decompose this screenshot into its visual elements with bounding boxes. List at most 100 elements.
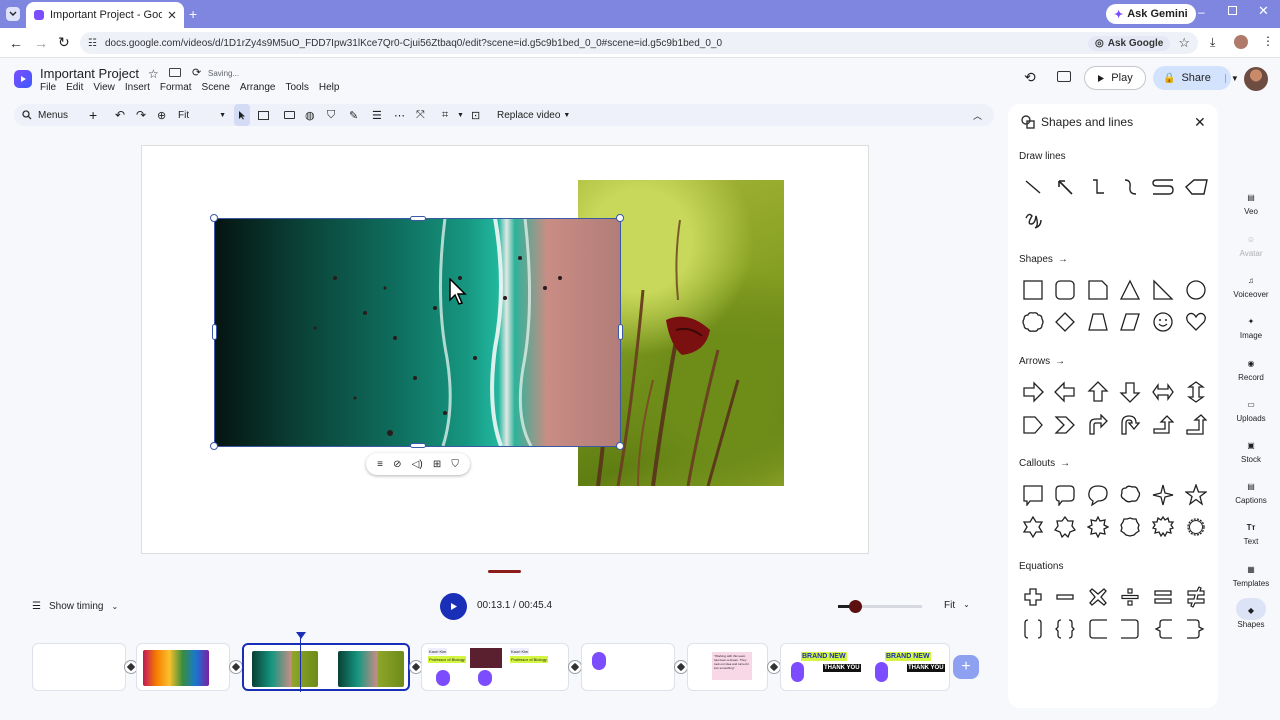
- braces-shape-icon[interactable]: [1052, 616, 1078, 642]
- minus-shape-icon[interactable]: [1052, 584, 1078, 610]
- oval-callout-icon[interactable]: [1085, 482, 1111, 508]
- transition-4[interactable]: [568, 660, 582, 674]
- palette-icon[interactable]: ◍: [305, 104, 315, 126]
- download-icon[interactable]: ⤓: [1210, 35, 1215, 50]
- scene-1[interactable]: [32, 643, 126, 691]
- eight-point-star-icon[interactable]: [1085, 514, 1111, 540]
- zoom-icon[interactable]: ⊕: [157, 104, 166, 126]
- four-point-star-icon[interactable]: [1150, 482, 1176, 508]
- right-arrow-shape-icon[interactable]: [1020, 379, 1046, 405]
- trapezoid-shape-icon[interactable]: [1085, 309, 1111, 335]
- rail-text[interactable]: Tт Text: [1228, 520, 1274, 547]
- text-box-icon[interactable]: [258, 104, 269, 126]
- crop-video-icon[interactable]: ⊞: [433, 459, 441, 470]
- chevron-shape-icon[interactable]: [1052, 412, 1078, 438]
- twelve-point-star-icon[interactable]: [1150, 514, 1176, 540]
- back-arrow-icon[interactable]: ←: [9, 35, 23, 51]
- menu-edit[interactable]: Edit: [66, 82, 83, 93]
- line-weight-icon[interactable]: ☰: [372, 104, 382, 126]
- smiley-shape-icon[interactable]: [1150, 309, 1176, 335]
- resize-handle-top-left[interactable]: [210, 214, 218, 222]
- paint-format-icon[interactable]: ⛉: [327, 104, 335, 126]
- heart-shape-icon[interactable]: [1183, 309, 1209, 335]
- section-arrows[interactable]: Arrows →: [1019, 356, 1065, 367]
- sixteen-point-star-icon[interactable]: [1183, 514, 1209, 540]
- cloud-callout-icon[interactable]: [1117, 482, 1143, 508]
- image-icon[interactable]: [284, 104, 295, 126]
- rail-voiceover[interactable]: ♫ Voiceover: [1228, 273, 1274, 300]
- format-clear-icon[interactable]: ⤧: [416, 104, 425, 126]
- rounded-rectangle-shape-icon[interactable]: [1052, 277, 1078, 303]
- replace-image-icon[interactable]: ⊡: [471, 104, 480, 126]
- decagon-shape-icon[interactable]: [1020, 309, 1046, 335]
- menus-search[interactable]: Menus: [22, 104, 68, 126]
- scene-3-selected[interactable]: [242, 643, 410, 691]
- not-equal-shape-icon[interactable]: [1183, 584, 1209, 610]
- add-icon[interactable]: +: [89, 104, 97, 126]
- line-dash-icon[interactable]: ⋯: [394, 104, 405, 126]
- play-button[interactable]: Play: [1084, 66, 1146, 90]
- menu-insert[interactable]: Insert: [125, 82, 150, 93]
- version-history-icon[interactable]: ⟲: [1024, 69, 1036, 86]
- tab-list-button[interactable]: [6, 7, 20, 21]
- close-icon[interactable]: [168, 11, 176, 19]
- new-tab-button[interactable]: +: [189, 6, 197, 22]
- video-options-icon[interactable]: ≡: [377, 459, 383, 470]
- rail-templates[interactable]: ▦ Templates: [1228, 562, 1274, 589]
- polyline-tool-icon[interactable]: [1183, 174, 1209, 200]
- site-info-icon[interactable]: ☷: [88, 38, 97, 49]
- left-arrow-shape-icon[interactable]: [1052, 379, 1078, 405]
- oval-shape-icon[interactable]: [1183, 277, 1209, 303]
- curved-connector-icon[interactable]: [1117, 174, 1143, 200]
- address-bar[interactable]: ☷ docs.google.com/videos/d/1D1rZy4s9M5uO…: [80, 32, 1198, 54]
- scene-6[interactable]: "Working with this team has been a dream…: [687, 643, 768, 691]
- menu-format[interactable]: Format: [160, 82, 192, 93]
- playhead-marker[interactable]: [296, 632, 306, 639]
- u-turn-arrow-shape-icon[interactable]: [1117, 412, 1143, 438]
- paint-format-icon[interactable]: ⛉: [451, 459, 459, 470]
- triangle-shape-icon[interactable]: [1117, 277, 1143, 303]
- rail-shapes[interactable]: ◆ Shapes: [1228, 603, 1274, 630]
- equal-shape-icon[interactable]: [1150, 584, 1176, 610]
- collapse-toolbar-icon[interactable]: ︿: [973, 104, 982, 126]
- share-dropdown-icon[interactable]: ▼: [1224, 73, 1239, 83]
- ask-google-button[interactable]: ◎ Ask Google: [1088, 35, 1171, 51]
- browser-menu-icon[interactable]: ⋮: [1262, 34, 1274, 48]
- right-bracket-shape-icon[interactable]: [1117, 616, 1143, 642]
- curve-tool-icon[interactable]: [1150, 174, 1176, 200]
- up-down-arrow-shape-icon[interactable]: [1183, 379, 1209, 405]
- share-button[interactable]: 🔒 Share ▼: [1153, 66, 1239, 90]
- rounded-callout-icon[interactable]: [1052, 482, 1078, 508]
- menu-scene[interactable]: Scene: [202, 82, 230, 93]
- section-shapes[interactable]: Shapes →: [1019, 254, 1068, 265]
- arrow-line-tool-icon[interactable]: [1052, 174, 1078, 200]
- snip-rectangle-shape-icon[interactable]: [1085, 277, 1111, 303]
- comments-icon[interactable]: [1057, 71, 1071, 82]
- show-timing-toggle[interactable]: ☰ Show timing ⌄: [32, 596, 118, 616]
- rail-uploads[interactable]: ▭ Uploads: [1228, 397, 1274, 424]
- ten-point-star-icon[interactable]: [1117, 514, 1143, 540]
- brackets-shape-icon[interactable]: [1020, 616, 1046, 642]
- rail-captions[interactable]: ▤ Captions: [1228, 479, 1274, 506]
- bent-arrow-shape-icon[interactable]: [1085, 412, 1111, 438]
- division-shape-icon[interactable]: [1117, 584, 1143, 610]
- rail-stock[interactable]: ▣ Stock: [1228, 438, 1274, 465]
- resize-handle-top-right[interactable]: [616, 214, 624, 222]
- document-title[interactable]: Important Project: [40, 66, 139, 81]
- elbow-connector-icon[interactable]: [1085, 174, 1111, 200]
- parallelogram-shape-icon[interactable]: [1117, 309, 1143, 335]
- timeline-fit-select[interactable]: Fit ⌄: [944, 600, 970, 611]
- seven-point-star-icon[interactable]: [1052, 514, 1078, 540]
- six-point-star-icon[interactable]: [1020, 514, 1046, 540]
- rail-image[interactable]: ✦ Image: [1228, 314, 1274, 341]
- five-point-star-icon[interactable]: [1183, 482, 1209, 508]
- menu-help[interactable]: Help: [319, 82, 340, 93]
- add-scene-button[interactable]: +: [953, 655, 979, 679]
- section-callouts[interactable]: Callouts →: [1019, 458, 1070, 469]
- menu-view[interactable]: View: [93, 82, 115, 93]
- reload-icon[interactable]: ↻: [58, 34, 70, 51]
- scene-2[interactable]: [136, 643, 230, 691]
- rail-avatar[interactable]: ☺ Avatar: [1228, 232, 1274, 259]
- ask-gemini-button[interactable]: ✦ Ask Gemini: [1106, 4, 1196, 24]
- rail-record[interactable]: ◉ Record: [1228, 356, 1274, 383]
